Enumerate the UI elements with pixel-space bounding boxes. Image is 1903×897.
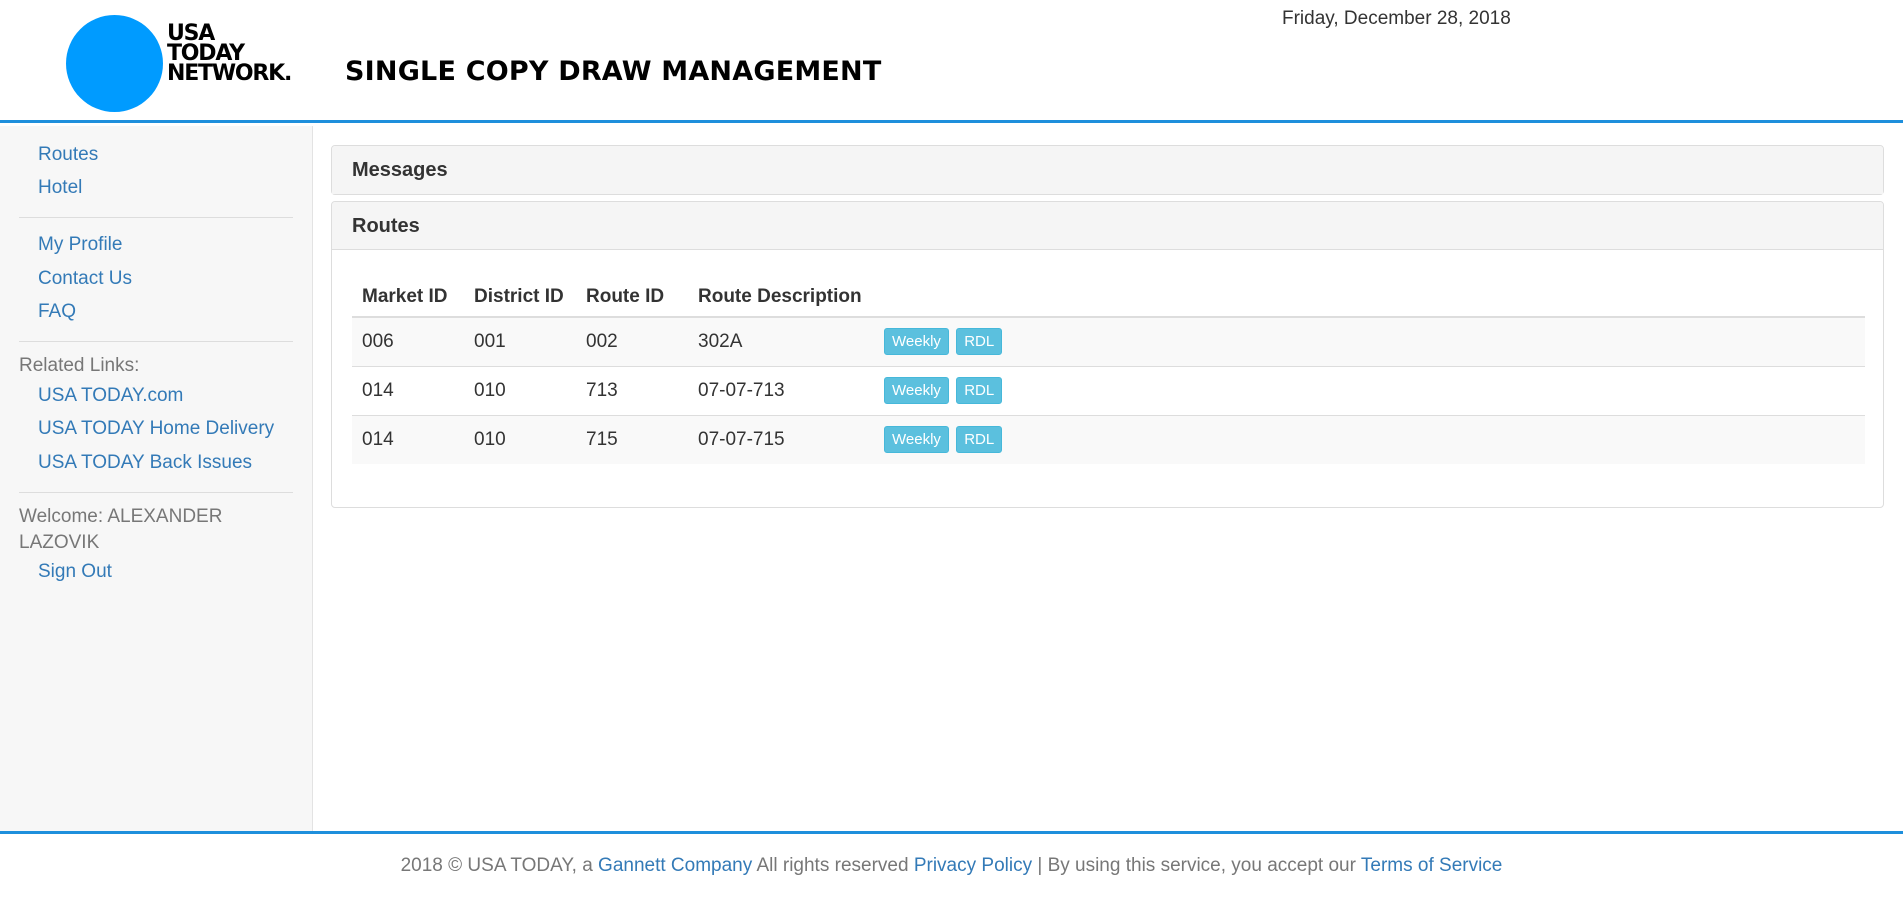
welcome-user-name: LAZOVIK <box>19 532 100 553</box>
routes-panel-title: Routes <box>332 202 1883 250</box>
routes-table: Market ID District ID Route ID Route Des… <box>352 277 1865 464</box>
cell-route-description: 07-07-715 <box>688 414 874 464</box>
cell-actions: Weekly RDL <box>874 414 1865 464</box>
related-links-label: Related Links: <box>19 355 140 376</box>
table-row: 006 001 002 302A Weekly RDL <box>352 317 1865 366</box>
cell-route-description: 07-07-713 <box>688 365 874 415</box>
app-title: SINGLE COPY DRAW MANAGEMENT <box>345 56 882 87</box>
sign-out-link[interactable]: Sign Out <box>38 561 112 583</box>
logo-line-3: NETWORK. <box>167 61 292 86</box>
messages-panel-title: Messages <box>332 146 1883 194</box>
sidebar-item-my-profile[interactable]: My Profile <box>38 234 122 256</box>
column-header-district-id: District ID <box>464 277 576 318</box>
cell-actions: Weekly RDL <box>874 365 1865 415</box>
cell-district-id: 010 <box>464 365 576 415</box>
cell-route-id: 002 <box>586 330 618 352</box>
sidebar-item-faq[interactable]: FAQ <box>38 301 76 323</box>
sidebar-link-home-delivery[interactable]: USA TODAY Home Delivery <box>38 418 274 440</box>
sidebar-item-contact-us[interactable]: Contact Us <box>38 268 132 290</box>
gannett-company-link[interactable]: Gannett Company <box>598 855 752 876</box>
sidebar-link-usatoday-com[interactable]: USA TODAY.com <box>38 385 183 407</box>
sidebar-divider <box>19 492 293 493</box>
sidebar-divider <box>19 341 293 342</box>
cell-route-id: 715 <box>576 414 688 464</box>
cell-district-id: 010 <box>464 414 576 464</box>
welcome-text: Welcome: ALEXANDER LAZOVIK <box>19 504 222 556</box>
sidebar-item-routes[interactable]: Routes <box>38 144 98 166</box>
cell-market-id: 006 <box>362 330 394 352</box>
sidebar: Routes Hotel My Profile Contact Us FAQ R… <box>0 126 313 832</box>
footer-copyright-text: 2018 © USA TODAY, a <box>400 855 599 876</box>
sidebar-item-hotel[interactable]: Hotel <box>38 177 82 199</box>
cell-market-id: 014 <box>352 414 464 464</box>
privacy-policy-link[interactable]: Privacy Policy <box>914 855 1032 876</box>
cell-actions: Weekly RDL <box>874 317 1865 366</box>
weekly-button[interactable]: Weekly <box>884 377 949 404</box>
sidebar-link-back-issues[interactable]: USA TODAY Back Issues <box>38 452 252 474</box>
rdl-button[interactable]: RDL <box>956 377 1003 404</box>
cell-district-id: 001 <box>474 330 506 352</box>
column-header-market-id: Market ID <box>352 277 464 318</box>
footer-rights-text: All rights reserved <box>752 855 914 876</box>
page-footer: 2018 © USA TODAY, a Gannett Company All … <box>0 831 1903 897</box>
rdl-button[interactable]: RDL <box>956 328 1003 356</box>
weekly-button[interactable]: Weekly <box>884 426 949 454</box>
weekly-button[interactable]: Weekly <box>884 328 949 356</box>
routes-panel: Routes Market ID District ID Route ID Ro… <box>331 201 1884 508</box>
terms-of-service-link[interactable]: Terms of Service <box>1361 855 1502 876</box>
table-row: 014 010 713 07-07-713 Weekly RDL <box>352 365 1865 415</box>
table-header-row: Market ID District ID Route ID Route Des… <box>352 277 1865 318</box>
welcome-line: Welcome: ALEXANDER <box>19 506 223 527</box>
column-header-route-id: Route ID <box>576 277 688 318</box>
usa-today-network-logo: USA TODAY NETWORK. <box>167 23 292 86</box>
page-header: USA TODAY NETWORK. SINGLE COPY DRAW MANA… <box>0 0 1903 123</box>
messages-panel: Messages <box>331 145 1884 195</box>
table-row: 014 010 715 07-07-715 Weekly RDL <box>352 414 1865 464</box>
usa-today-logo-circle-icon <box>66 15 163 112</box>
column-header-actions <box>874 277 1865 318</box>
cell-route-description: 302A <box>698 330 743 352</box>
footer-terms-text: | By using this service, you accept our <box>1032 855 1361 876</box>
sidebar-divider <box>19 217 293 218</box>
column-header-route-description: Route Description <box>688 277 874 318</box>
rdl-button[interactable]: RDL <box>956 426 1003 454</box>
current-date: Friday, December 28, 2018 <box>1282 8 1511 29</box>
cell-route-id: 713 <box>576 365 688 415</box>
cell-market-id: 014 <box>352 365 464 415</box>
